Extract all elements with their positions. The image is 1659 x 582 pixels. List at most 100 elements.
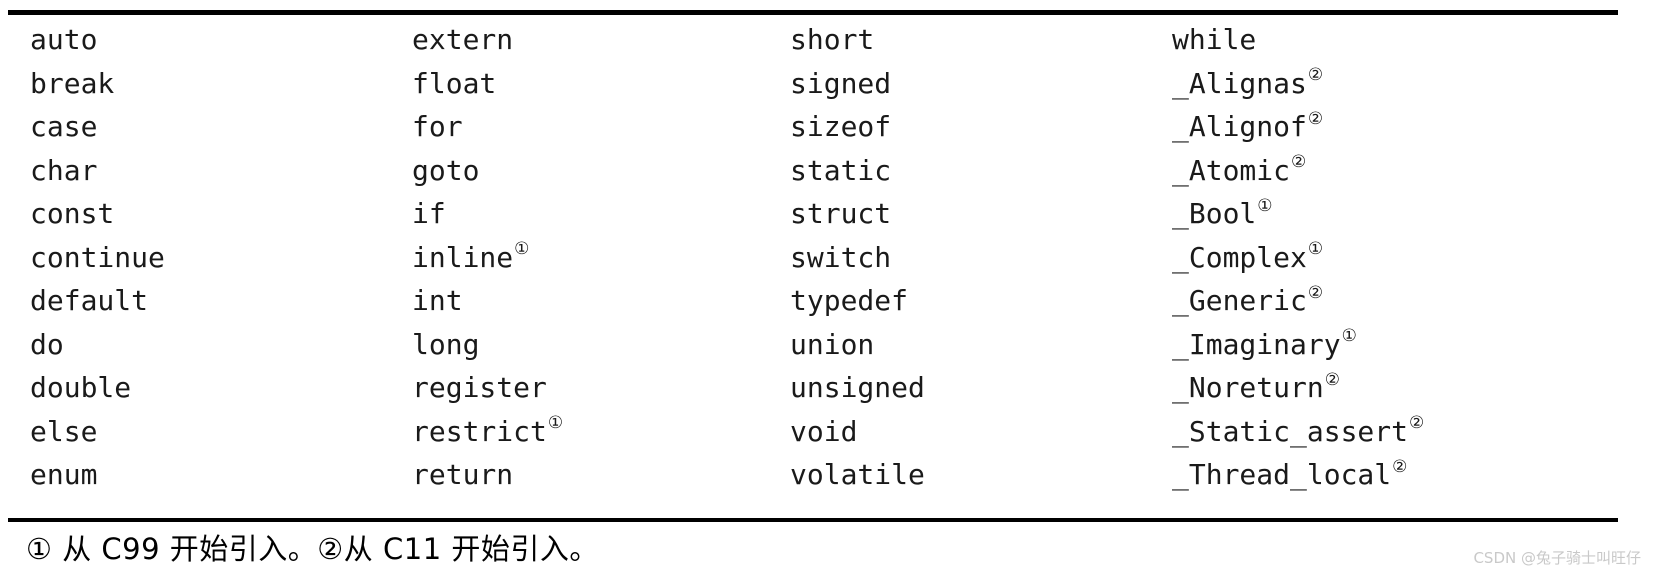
keyword-text: _Alignas [1172,66,1307,100]
keyword-text: break [30,66,115,100]
table-row: default int typedef _Generic② [0,279,1659,323]
keyword-cell: signed [760,62,1142,106]
table-row: enum return volatile _Thread_local② [0,453,1659,497]
keyword-cell: register [382,366,760,410]
keyword-cell: restrict① [382,410,760,454]
table-top-rule [8,10,1618,15]
csdn-watermark: CSDN @兔子骑士叫旺仔 [1473,549,1641,567]
footnote-marker: ① [547,413,564,434]
keyword-cell: case [0,105,382,149]
table-row: const if struct _Bool① [0,192,1659,236]
keyword-text: struct [790,197,892,230]
keyword-cell: _Bool① [1142,192,1659,236]
keyword-cell: sizeof [760,105,1142,149]
footnote-marker: ② [1324,369,1340,390]
keyword-table-body: auto extern short while break float sign… [0,18,1659,497]
keyword-cell: _Noreturn② [1142,366,1659,410]
keyword-text: auto [30,23,98,56]
keyword-cell: const [0,192,382,236]
keyword-cell: _Imaginary① [1142,323,1659,367]
table-row: else restrict① void _Static_assert② [0,410,1659,454]
keyword-cell: union [760,323,1142,367]
keyword-text: do [30,327,64,361]
footnote-marker: ② [1409,413,1425,434]
keyword-cell: long [382,323,760,367]
table-row: continue inline① switch _Complex① [0,236,1659,280]
keyword-cell: inline① [382,236,760,280]
keyword-cell: void [760,410,1142,454]
keyword-cell: extern [382,18,760,62]
keyword-text: continue [30,240,165,274]
keyword-text: _Alignof [1172,110,1307,143]
keyword-cell: do [0,323,382,367]
keyword-cell: _Thread_local② [1142,453,1659,497]
keyword-text: double [30,371,132,404]
keyword-text: short [790,23,875,56]
table-row: case for sizeof _Alignof② [0,105,1659,149]
keyword-text: sizeof [790,110,892,143]
keyword-text: union [790,327,875,361]
keyword-table-page: auto extern short while break float sign… [0,0,1659,582]
table-row: auto extern short while [0,18,1659,62]
keyword-cell: continue [0,236,382,280]
c-keyword-table: auto extern short while break float sign… [0,18,1659,497]
keyword-text: restrict [412,414,547,448]
keyword-text: typedef [790,284,909,317]
table-row: break float signed _Alignas② [0,62,1659,106]
keyword-text: _Generic [1172,284,1307,317]
keyword-text: extern [412,23,514,56]
keyword-text: char [30,153,98,187]
keyword-text: inline [412,240,514,274]
keyword-text: _Atomic [1172,153,1291,187]
keyword-cell: default [0,279,382,323]
keyword-text: while [1172,23,1257,56]
keyword-text: default [30,284,149,317]
keyword-text: void [790,414,858,448]
keyword-text: return [412,458,514,491]
footnote-marker: ① [514,239,530,260]
keyword-text: static [790,153,892,187]
keyword-text: register [412,371,547,404]
keyword-text: enum [30,458,98,491]
keyword-cell: while [1142,18,1659,62]
keyword-cell: _Complex① [1142,236,1659,280]
keyword-cell: _Atomic② [1142,149,1659,193]
keyword-text: goto [412,153,480,187]
keyword-cell: static [760,149,1142,193]
footnote-marker: ② [1307,108,1324,129]
keyword-cell: return [382,453,760,497]
keyword-text: signed [790,66,892,100]
keyword-cell: enum [0,453,382,497]
keyword-text: case [30,110,98,143]
keyword-cell: volatile [760,453,1142,497]
keyword-cell: char [0,149,382,193]
keyword-cell: double [0,366,382,410]
keyword-text: long [412,327,480,361]
keyword-cell: int [382,279,760,323]
keyword-cell: short [760,18,1142,62]
keyword-cell: typedef [760,279,1142,323]
table-row: do long union _Imaginary① [0,323,1659,367]
keyword-cell: if [382,192,760,236]
keyword-cell: auto [0,18,382,62]
keyword-text: int [412,284,463,317]
keyword-text: else [30,414,98,448]
footnote-marker: ② [1392,456,1408,477]
table-bottom-rule [8,518,1618,522]
keyword-text: if [412,197,446,230]
keyword-cell: for [382,105,760,149]
keyword-cell: switch [760,236,1142,280]
keyword-text: _Thread_local [1172,458,1392,491]
keyword-cell: unsigned [760,366,1142,410]
table-row: char goto static _Atomic② [0,149,1659,193]
keyword-text: float [412,66,497,100]
keyword-text: _Imaginary [1172,327,1341,361]
keyword-text: _Noreturn [1172,371,1324,404]
footnote-marker: ② [1307,65,1324,86]
keyword-text: volatile [790,458,925,491]
keyword-cell: else [0,410,382,454]
footnote-marker: ② [1291,152,1307,173]
keyword-text: unsigned [790,371,925,404]
footnote-marker: ② [1307,282,1324,303]
keyword-cell: float [382,62,760,106]
